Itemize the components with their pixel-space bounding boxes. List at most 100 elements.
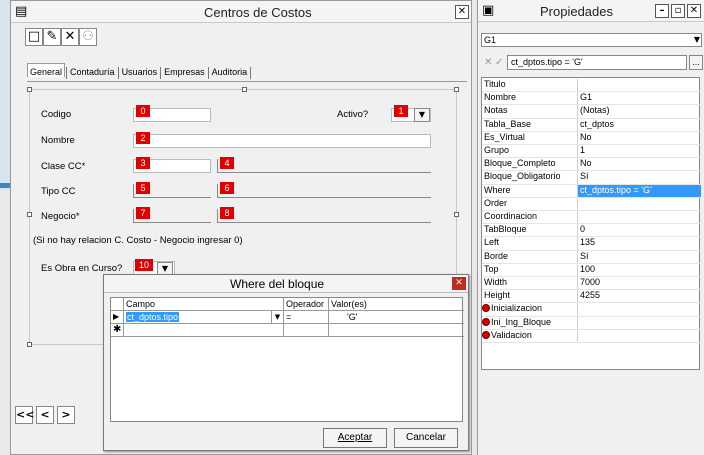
nombre-field[interactable] xyxy=(133,134,431,148)
tab-contaduria[interactable]: Contaduría xyxy=(68,64,117,77)
property-row[interactable]: Coordinacion xyxy=(482,211,701,225)
tab-empresas[interactable]: Empresas xyxy=(162,64,207,77)
close-button[interactable]: ✕ xyxy=(687,4,701,18)
column-header-campo: Campo xyxy=(124,298,284,311)
property-row[interactable]: TabBloque 0 xyxy=(482,224,701,238)
resize-handle[interactable] xyxy=(242,87,247,92)
column-header-valores: Valor(es) xyxy=(329,298,464,311)
cancel-button[interactable]: Cancelar xyxy=(394,428,458,448)
property-value[interactable]: 135 xyxy=(580,237,595,247)
property-value[interactable]: 1 xyxy=(580,145,585,155)
property-row[interactable]: Nombre G1 xyxy=(482,92,701,106)
property-row[interactable]: Inicializacion xyxy=(482,303,701,317)
tab-auditoria[interactable]: Auditoria xyxy=(210,64,250,77)
campo-cell[interactable]: ct_dptos.tipo ▼ xyxy=(124,311,284,324)
property-name-text: Left xyxy=(484,237,500,248)
confirm-edit-icon[interactable]: ✓ xyxy=(495,57,503,68)
property-name: Height xyxy=(484,290,510,300)
property-name: Borde xyxy=(484,251,508,261)
property-row[interactable]: Borde Sí xyxy=(482,250,701,264)
property-row[interactable]: Where ct_dptos.tipo = 'G' xyxy=(482,184,701,198)
delete-icon[interactable]: ✕ xyxy=(61,28,79,46)
property-row[interactable]: Tabla_Base ct_dptos xyxy=(482,118,701,132)
prev-record-button[interactable]: < xyxy=(36,406,54,424)
property-value[interactable]: Sí xyxy=(580,171,589,181)
resize-handle[interactable] xyxy=(27,87,32,92)
close-button[interactable]: ✕ xyxy=(455,5,469,19)
property-value[interactable]: ct_dptos.tipo = 'G' xyxy=(578,184,701,197)
operador-cell[interactable]: = xyxy=(284,311,329,324)
new-row-icon: ✱ xyxy=(111,324,124,337)
property-name-text: Where xyxy=(484,184,511,195)
property-edit-field[interactable]: ct_dptos.tipo = 'G' xyxy=(507,55,687,70)
resize-handle[interactable] xyxy=(454,87,459,92)
field-tag: 4 xyxy=(220,157,234,169)
resize-handle[interactable] xyxy=(454,212,459,217)
next-record-button[interactable]: > xyxy=(57,406,75,424)
field-tag: 10 xyxy=(135,259,153,271)
property-row[interactable]: Ini_Ing_Bloque xyxy=(482,316,701,330)
valor-value: 'G' xyxy=(347,312,358,322)
minimize-button[interactable]: – xyxy=(655,4,669,18)
property-row[interactable]: Left 135 xyxy=(482,237,701,251)
property-value[interactable]: 100 xyxy=(580,264,595,274)
resize-handle[interactable] xyxy=(27,342,32,347)
maximize-button[interactable]: ▫ xyxy=(671,4,685,18)
edit-icon[interactable]: ✎ xyxy=(43,28,61,46)
binoculars-icon[interactable]: ⚇ xyxy=(79,28,97,46)
new-icon[interactable]: □ xyxy=(25,28,43,46)
object-selector[interactable]: G1 ▼ xyxy=(481,33,702,47)
valor-cell[interactable]: 'G' xyxy=(329,311,464,324)
property-row[interactable]: Notas (Notas) xyxy=(482,105,701,119)
new-campo-cell[interactable] xyxy=(124,324,284,337)
chevron-down-icon[interactable]: ▼ xyxy=(271,311,283,323)
ellipsis-button[interactable]: ... xyxy=(689,55,703,70)
property-name-text: Titulo xyxy=(484,79,506,89)
property-row[interactable]: Height 4255 xyxy=(482,290,701,304)
tab-general[interactable]: General xyxy=(27,63,66,77)
property-value[interactable]: No xyxy=(580,158,592,168)
accept-button[interactable]: Aceptar xyxy=(323,428,387,448)
property-name-text: Coordinacion xyxy=(484,211,538,221)
property-row[interactable]: Bloque_Completo No xyxy=(482,158,701,172)
property-value[interactable]: G1 xyxy=(580,92,592,102)
resize-handle[interactable] xyxy=(27,212,32,217)
where-dialog: Where del bloque ✕ Campo Operador Valor(… xyxy=(103,274,469,451)
column-divider xyxy=(577,277,578,290)
cancel-label: Cancelar xyxy=(405,432,447,443)
property-row[interactable]: Validacion xyxy=(482,329,701,343)
codigo-label: Codigo xyxy=(41,109,72,120)
property-value[interactable]: 7000 xyxy=(580,277,600,287)
dialog-title: Where del bloque xyxy=(230,277,325,291)
property-name: Ini_Ing_Bloque xyxy=(482,317,551,327)
column-divider xyxy=(577,250,578,263)
activo-label: Activo? xyxy=(337,109,369,120)
property-row[interactable]: Titulo xyxy=(482,79,701,93)
event-icon xyxy=(482,330,490,339)
property-name: Nombre xyxy=(484,92,516,102)
property-row[interactable]: Width 7000 xyxy=(482,277,701,291)
chevron-down-icon[interactable]: ▼ xyxy=(694,35,700,44)
property-value[interactable]: Sí xyxy=(580,251,589,261)
property-value[interactable]: (Notas) xyxy=(580,105,610,115)
cancel-edit-icon[interactable]: ✕ xyxy=(484,57,492,68)
property-value[interactable]: 0 xyxy=(580,224,585,234)
chevron-down-icon[interactable]: ▼ xyxy=(414,108,430,122)
tab-usuarios[interactable]: Usuarios xyxy=(120,64,160,77)
property-row[interactable]: Top 100 xyxy=(482,263,701,277)
column-divider xyxy=(577,158,578,171)
property-name: Order xyxy=(484,198,507,208)
new-operador-cell[interactable] xyxy=(284,324,329,337)
property-row[interactable]: Order xyxy=(482,197,701,211)
property-value[interactable]: ct_dptos xyxy=(580,119,614,129)
property-row[interactable]: Bloque_Obligatorio Sí xyxy=(482,171,701,185)
field-tag: 7 xyxy=(136,207,150,219)
property-value[interactable]: No xyxy=(580,132,592,142)
property-name: Top xyxy=(484,264,499,274)
first-record-button[interactable]: << xyxy=(15,406,34,424)
new-valor-cell[interactable] xyxy=(329,324,464,337)
close-icon[interactable]: ✕ xyxy=(452,277,466,290)
property-row[interactable]: Grupo 1 xyxy=(482,145,701,159)
property-row[interactable]: Es_Virtual No xyxy=(482,131,701,145)
property-value[interactable]: 4255 xyxy=(580,290,600,300)
